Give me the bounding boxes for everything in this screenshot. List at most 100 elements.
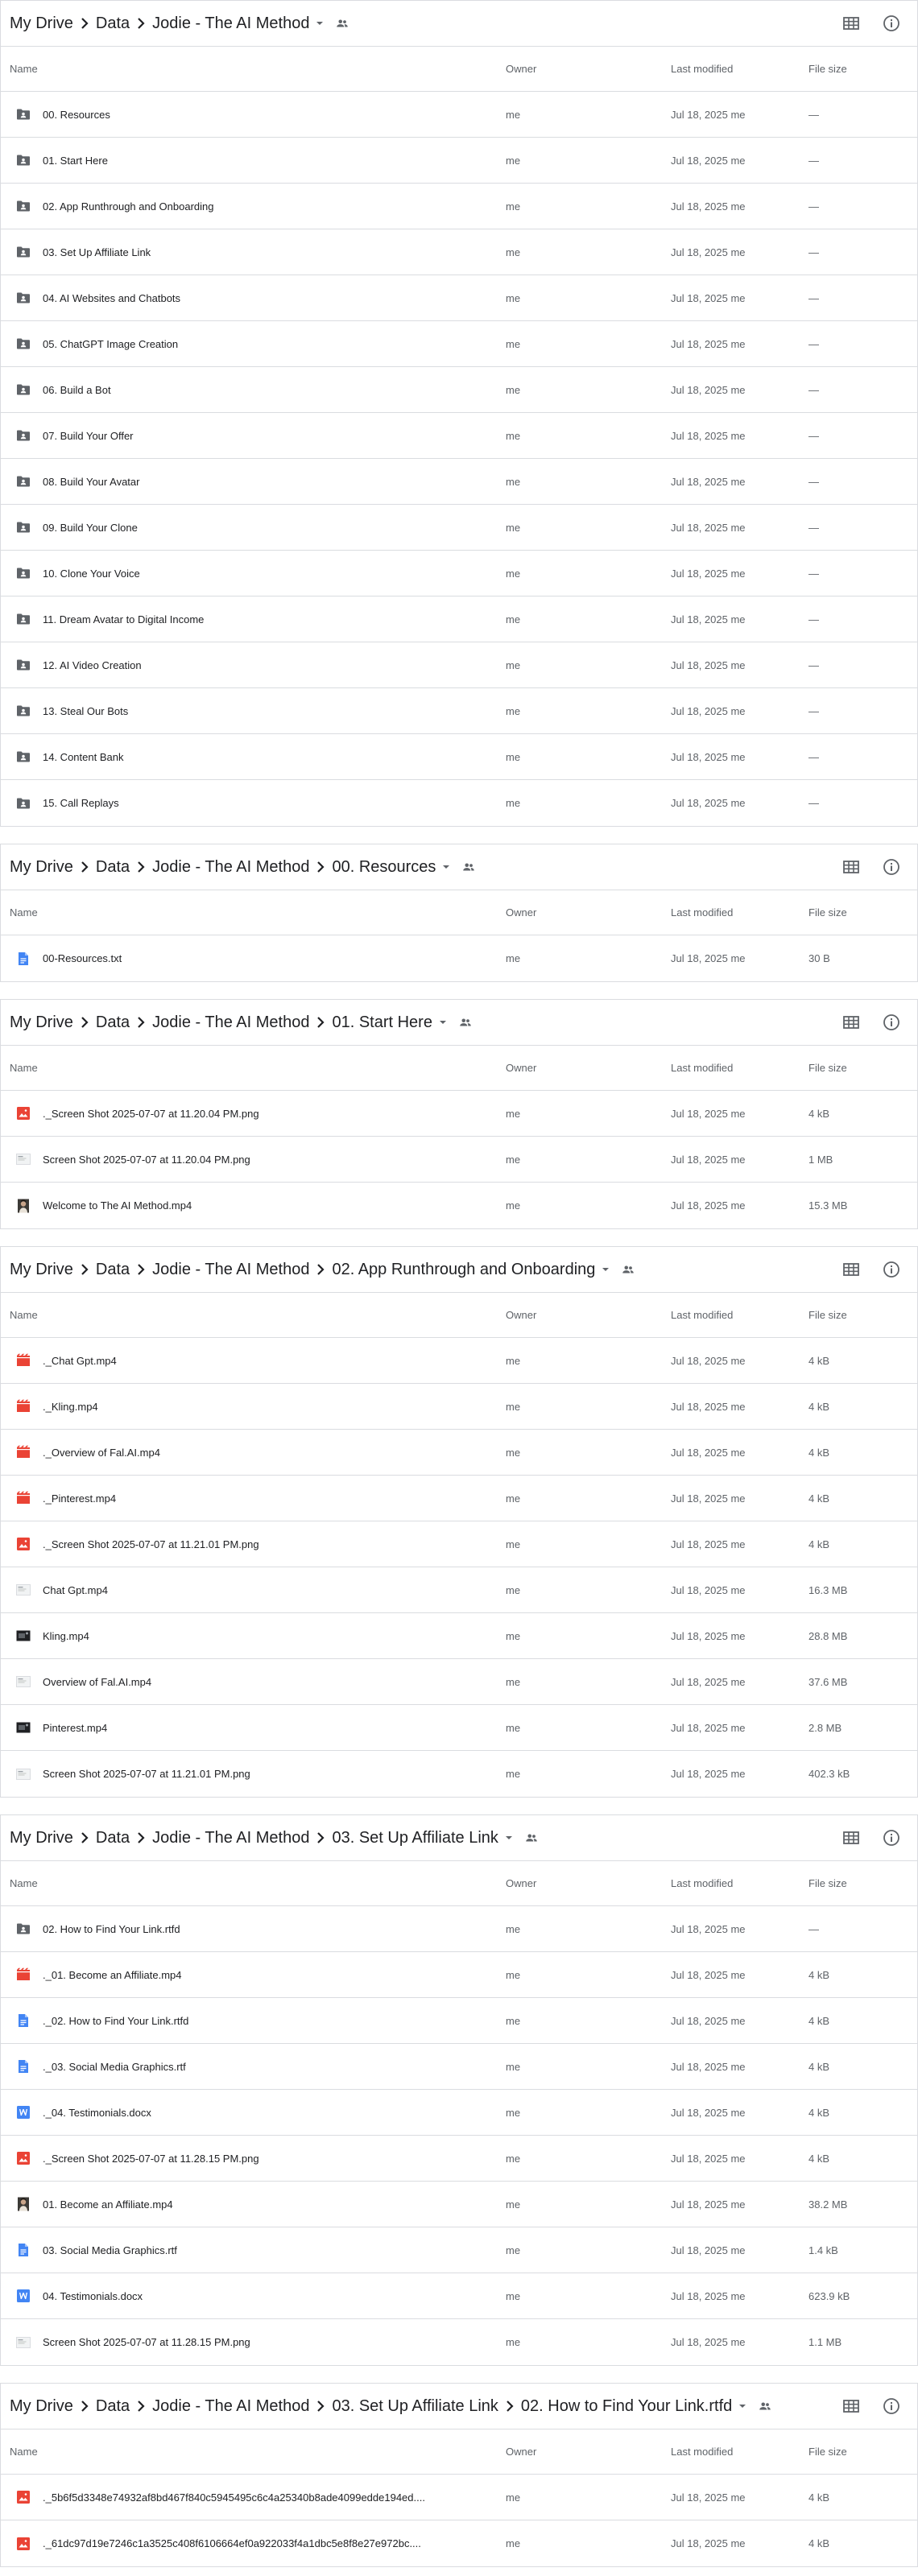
file-row[interactable]: ._5b6f5d3348e74932af8bd467f840c5945495c6… (1, 2475, 917, 2520)
info-icon[interactable] (882, 2396, 901, 2416)
file-row[interactable]: 13. Steal Our Bots me Jul 18, 2025 me — (1, 688, 917, 734)
file-row[interactable]: ._01. Become an Affiliate.mp4 me Jul 18, 2… (1, 1952, 917, 1998)
file-row[interactable]: 07. Build Your Offer me Jul 18, 2025 me — (1, 413, 917, 459)
column-header-file-size[interactable]: File size (808, 1309, 847, 1321)
breadcrumb-item-data[interactable]: Data (96, 1829, 130, 1847)
breadcrumb-item-03-set-up-affiliate-link[interactable]: 03. Set Up Affiliate Link (332, 2397, 498, 2416)
column-header-name[interactable]: Name (10, 906, 38, 919)
column-header-name[interactable]: Name (10, 1309, 38, 1321)
grid-view-icon[interactable] (842, 14, 861, 33)
breadcrumb-item-02-how-to-find-your-link-rtfd[interactable]: 02. How to Find Your Link.rtfd (521, 2397, 732, 2416)
file-row[interactable]: Screen Shot 2025-07-07 at 11.28.15 PM.pn… (1, 2319, 917, 2365)
info-icon[interactable] (882, 14, 901, 33)
file-row[interactable]: ._Screen Shot 2025-07-07 at 11.21.01 PM.… (1, 1521, 917, 1567)
column-header-name[interactable]: Name (10, 2446, 38, 2458)
file-row[interactable]: 15. Call Replays me Jul 18, 2025 me — (1, 780, 917, 826)
file-row[interactable]: 03. Set Up Affiliate Link me Jul 18, 2025 … (1, 229, 917, 275)
file-row[interactable]: 00. Resources me Jul 18, 2025 me — (1, 92, 917, 138)
file-row[interactable]: 03. Social Media Graphics.rtf me Jul 18, 2… (1, 2227, 917, 2273)
dropdown-arrow-icon[interactable] (314, 18, 325, 29)
file-row[interactable]: 05. ChatGPT Image Creation me Jul 18, 2025… (1, 321, 917, 367)
breadcrumb-item-my-drive[interactable]: My Drive (10, 1013, 73, 1032)
column-header-file-size[interactable]: File size (808, 2446, 847, 2458)
breadcrumb-item-jodie-the-ai-method[interactable]: Jodie - The AI Method (152, 14, 309, 33)
dropdown-arrow-icon[interactable] (737, 2401, 748, 2412)
file-row[interactable]: 10. Clone Your Voice me Jul 18, 2025 me — (1, 551, 917, 597)
file-row[interactable]: ._61dc97d19e7246c1a3525c408f6106664ef0a9… (1, 2520, 917, 2566)
breadcrumb-item-01-start-here[interactable]: 01. Start Here (332, 1013, 432, 1032)
column-header-last-modified[interactable]: Last modified (671, 63, 733, 75)
breadcrumb-item-data[interactable]: Data (96, 1261, 130, 1279)
column-header-file-size[interactable]: File size (808, 1062, 847, 1074)
breadcrumb-item-data[interactable]: Data (96, 14, 130, 33)
file-row[interactable]: 06. Build a Bot me Jul 18, 2025 me — (1, 367, 917, 413)
breadcrumb-item-jodie-the-ai-method[interactable]: Jodie - The AI Method (152, 1261, 309, 1279)
file-row[interactable]: Chat Gpt.mp4 me Jul 18, 2025 me 16.3 MB (1, 1567, 917, 1613)
file-row[interactable]: Welcome to The AI Method.mp4 me Jul 18, 20… (1, 1183, 917, 1228)
breadcrumb-item-data[interactable]: Data (96, 858, 130, 877)
breadcrumb-item-my-drive[interactable]: My Drive (10, 1261, 73, 1279)
breadcrumb-item-jodie-the-ai-method[interactable]: Jodie - The AI Method (152, 858, 309, 877)
column-header-owner[interactable]: Owner (506, 906, 536, 919)
info-icon[interactable] (882, 1013, 901, 1032)
column-header-last-modified[interactable]: Last modified (671, 1309, 733, 1321)
column-header-name[interactable]: Name (10, 1062, 38, 1074)
file-row[interactable]: 12. AI Video Creation me Jul 18, 2025 me — (1, 642, 917, 688)
file-row[interactable]: ._02. How to Find Your Link.rtfd me Jul 18… (1, 1998, 917, 2044)
file-row[interactable]: 02. How to Find Your Link.rtfd me Jul 18, … (1, 1906, 917, 1952)
breadcrumb-item-jodie-the-ai-method[interactable]: Jodie - The AI Method (152, 1829, 309, 1847)
info-icon[interactable] (882, 857, 901, 877)
file-row[interactable]: ._04. Testimonials.docx me Jul 18, 2025 me… (1, 2090, 917, 2136)
file-row[interactable]: ._03. Social Media Graphics.rtf me Jul 18,… (1, 2044, 917, 2090)
breadcrumb-item-jodie-the-ai-method[interactable]: Jodie - The AI Method (152, 1013, 309, 1032)
grid-view-icon[interactable] (842, 1260, 861, 1279)
grid-view-icon[interactable] (842, 1828, 861, 1847)
breadcrumb-item-my-drive[interactable]: My Drive (10, 14, 73, 33)
file-row[interactable]: 04. Testimonials.docx me Jul 18, 2025 me 62… (1, 2273, 917, 2319)
column-header-file-size[interactable]: File size (808, 63, 847, 75)
file-row[interactable]: Overview of Fal.AI.mp4 me Jul 18, 2025 me 3… (1, 1659, 917, 1705)
file-row[interactable]: 11. Dream Avatar to Digital Income me Jul … (1, 597, 917, 642)
column-header-owner[interactable]: Owner (506, 1877, 536, 1889)
dropdown-arrow-icon[interactable] (440, 861, 452, 873)
file-row[interactable]: 04. AI Websites and Chatbots me Jul 18, 20… (1, 275, 917, 321)
file-row[interactable]: ._Chat Gpt.mp4 me Jul 18, 2025 me 4 kB (1, 1338, 917, 1384)
file-row[interactable]: 00-Resources.txt me Jul 18, 2025 me 30 B (1, 935, 917, 981)
dropdown-arrow-icon[interactable] (437, 1017, 449, 1028)
breadcrumb-item-my-drive[interactable]: My Drive (10, 858, 73, 877)
column-header-owner[interactable]: Owner (506, 1062, 536, 1074)
grid-view-icon[interactable] (842, 857, 861, 877)
column-header-name[interactable]: Name (10, 63, 38, 75)
file-row[interactable]: 01. Become an Affiliate.mp4 me Jul 18, 202… (1, 2182, 917, 2227)
breadcrumb-item-02-app-runthrough-and-onboarding[interactable]: 02. App Runthrough and Onboarding (332, 1261, 595, 1279)
column-header-name[interactable]: Name (10, 1877, 38, 1889)
breadcrumb-item-my-drive[interactable]: My Drive (10, 2397, 73, 2416)
column-header-last-modified[interactable]: Last modified (671, 2446, 733, 2458)
column-header-file-size[interactable]: File size (808, 906, 847, 919)
dropdown-arrow-icon[interactable] (503, 1832, 515, 1843)
file-row[interactable]: Screen Shot 2025-07-07 at 11.20.04 PM.pn… (1, 1137, 917, 1183)
breadcrumb-item-data[interactable]: Data (96, 2397, 130, 2416)
info-icon[interactable] (882, 1260, 901, 1279)
file-row[interactable]: 14. Content Bank me Jul 18, 2025 me — (1, 734, 917, 780)
breadcrumb-item-data[interactable]: Data (96, 1013, 130, 1032)
column-header-owner[interactable]: Owner (506, 1309, 536, 1321)
column-header-owner[interactable]: Owner (506, 63, 536, 75)
column-header-last-modified[interactable]: Last modified (671, 1877, 733, 1889)
file-row[interactable]: Kling.mp4 me Jul 18, 2025 me 28.8 MB (1, 1613, 917, 1659)
file-row[interactable]: 01. Start Here me Jul 18, 2025 me — (1, 138, 917, 184)
column-header-file-size[interactable]: File size (808, 1877, 847, 1889)
file-row[interactable]: ._Screen Shot 2025-07-07 at 11.28.15 PM.… (1, 2136, 917, 2182)
file-row[interactable]: ._Pinterest.mp4 me Jul 18, 2025 me 4 kB (1, 1476, 917, 1521)
column-header-last-modified[interactable]: Last modified (671, 1062, 733, 1074)
file-row[interactable]: 08. Build Your Avatar me Jul 18, 2025 me — (1, 459, 917, 505)
grid-view-icon[interactable] (842, 1013, 861, 1032)
column-header-last-modified[interactable]: Last modified (671, 906, 733, 919)
file-row[interactable]: ._Kling.mp4 me Jul 18, 2025 me 4 kB (1, 1384, 917, 1430)
file-row[interactable]: Screen Shot 2025-07-07 at 11.21.01 PM.pn… (1, 1751, 917, 1797)
breadcrumb-item-jodie-the-ai-method[interactable]: Jodie - The AI Method (152, 2397, 309, 2416)
dropdown-arrow-icon[interactable] (600, 1264, 611, 1275)
column-header-owner[interactable]: Owner (506, 2446, 536, 2458)
grid-view-icon[interactable] (842, 2396, 861, 2416)
file-row[interactable]: Pinterest.mp4 me Jul 18, 2025 me 2.8 MB (1, 1705, 917, 1751)
